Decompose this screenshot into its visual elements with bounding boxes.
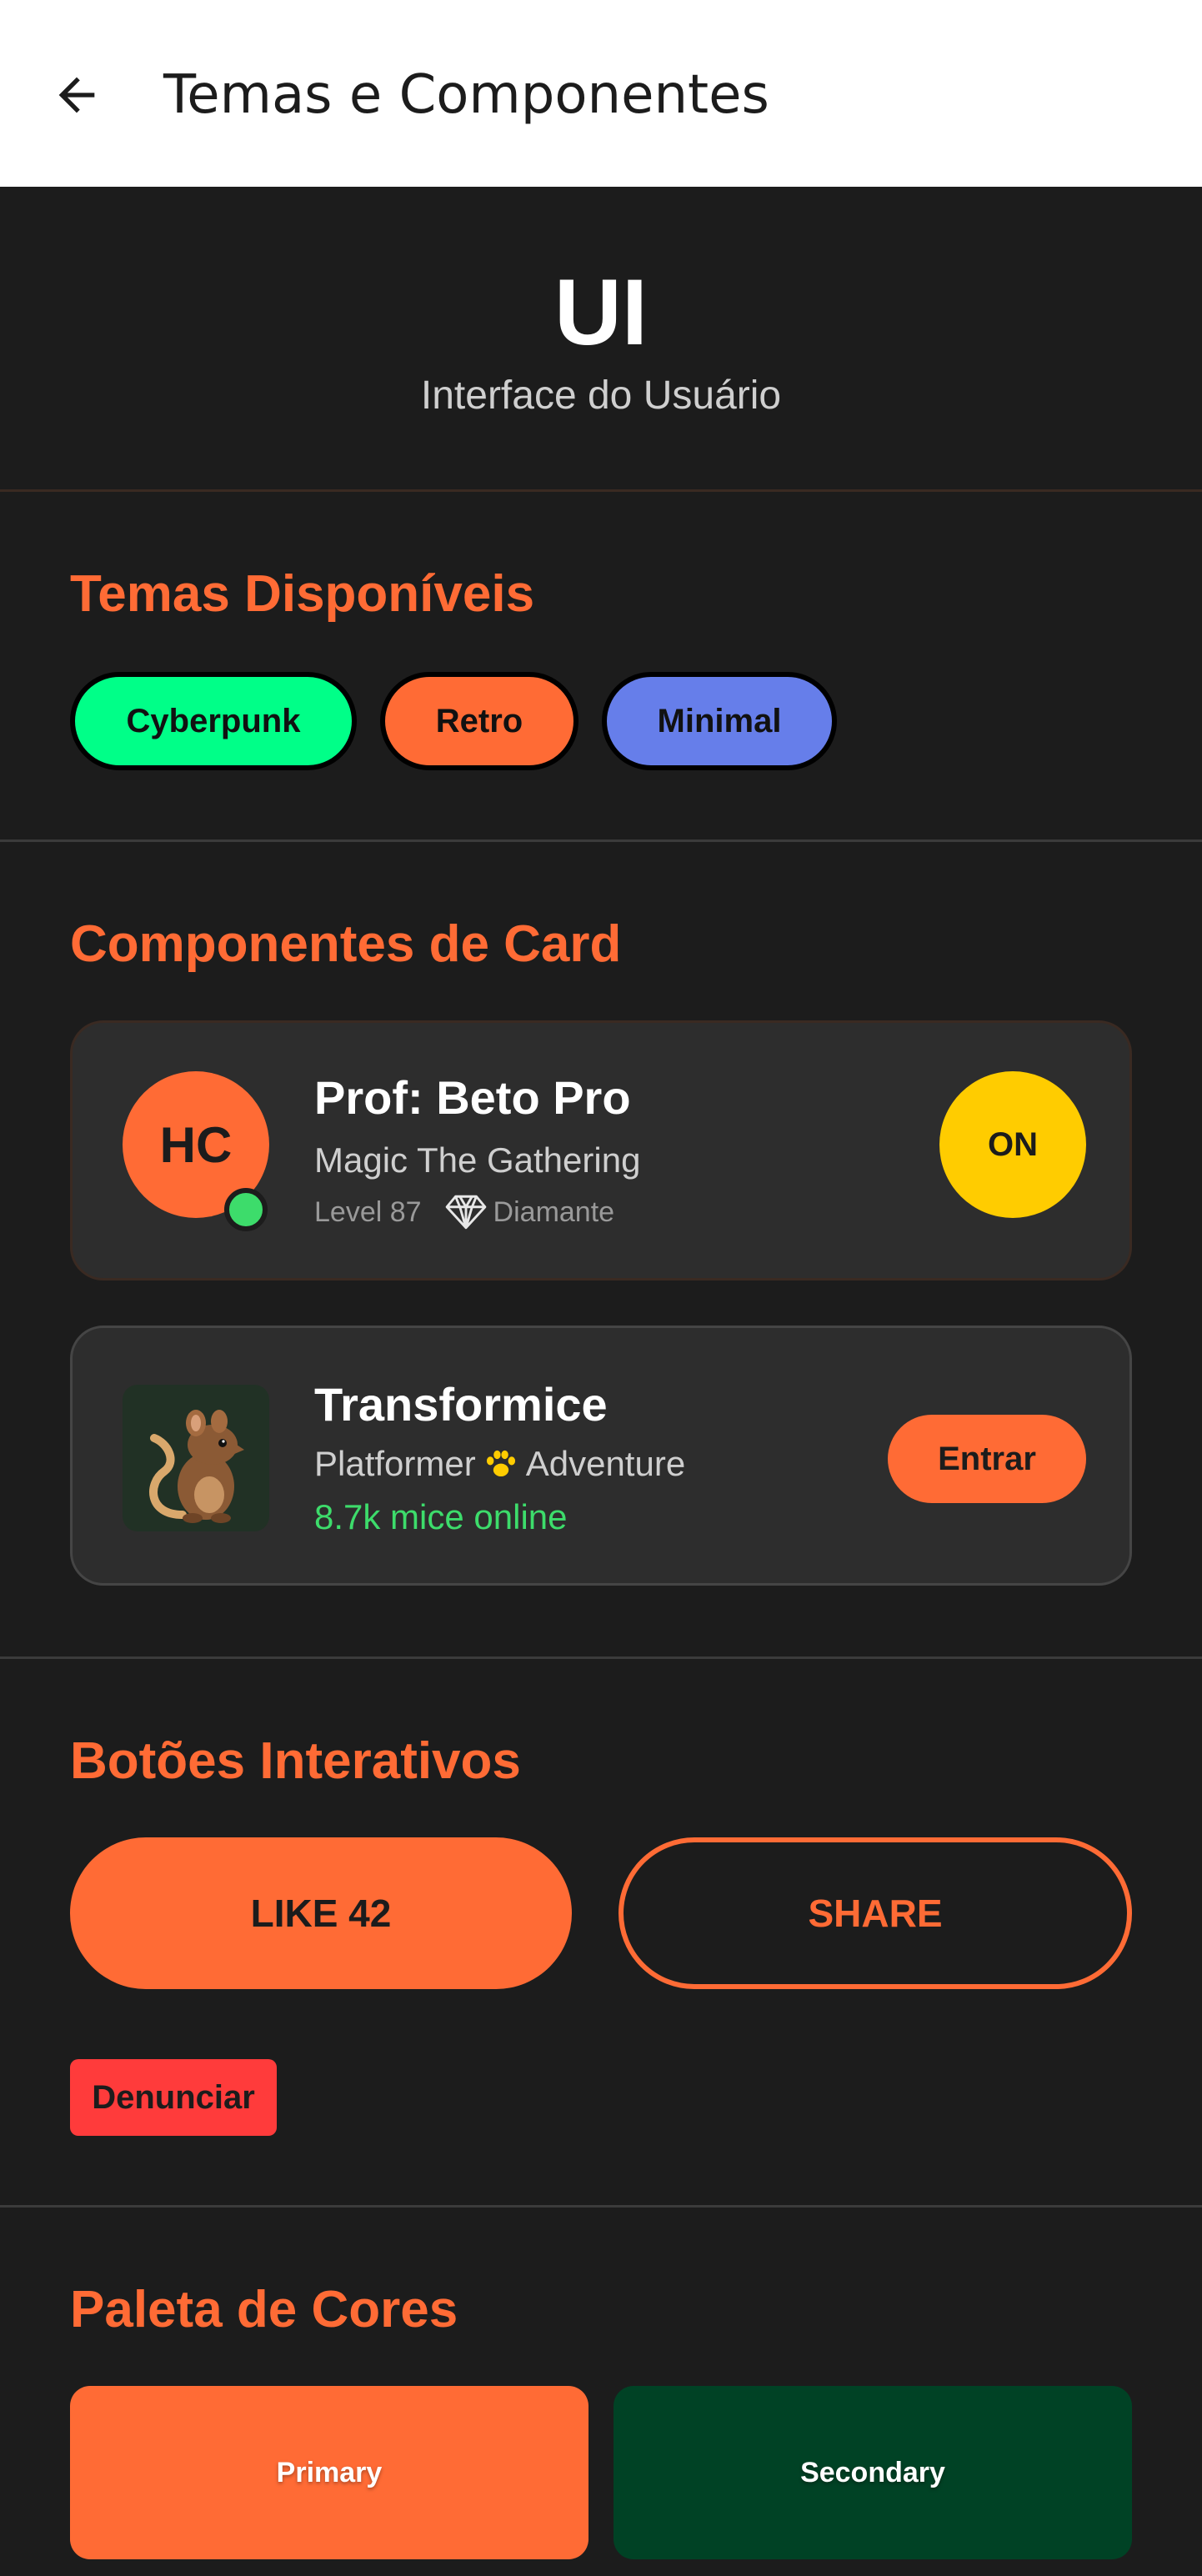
theme-chip-minimal[interactable]: Minimal <box>602 672 837 770</box>
divider <box>0 1656 1202 1659</box>
game-online-count: 8.7k mice online <box>314 1497 568 1536</box>
game-genres: Platformer Adventure <box>314 1443 685 1485</box>
back-button[interactable] <box>40 58 113 132</box>
profile-name: Prof: Beto Pro <box>314 1071 631 1124</box>
profile-game: Magic The Gathering <box>314 1140 641 1180</box>
profile-level: Level 87 <box>314 1196 422 1228</box>
divider <box>0 2205 1202 2208</box>
game-title: Transformice <box>314 1378 608 1431</box>
mouse-icon <box>149 1410 244 1523</box>
paw-icon <box>486 1450 515 1477</box>
divider <box>0 489 1202 492</box>
game-card[interactable]: Transformice Platformer Adventure 8.7k m… <box>70 1326 1132 1586</box>
game-image <box>123 1385 269 1531</box>
game-genre-platformer: Platformer <box>314 1444 476 1483</box>
arrow-left-icon <box>58 77 95 113</box>
color-swatch-primary[interactable]: Primary <box>70 2386 588 2559</box>
section-title-themes: Temas Disponíveis <box>70 565 535 623</box>
like-button[interactable]: LIKE 42 <box>70 1837 572 1989</box>
page-title: Temas e Componentes <box>163 64 769 126</box>
color-swatch-secondary[interactable]: Secondary <box>614 2386 1132 2559</box>
theme-chip-cyberpunk[interactable]: Cyberpunk <box>70 672 357 770</box>
divider <box>0 839 1202 842</box>
section-title-buttons: Botões Interativos <box>70 1732 521 1790</box>
profile-rank: Diamante <box>493 1196 615 1228</box>
app-bar: Temas e Componentes <box>0 0 1202 187</box>
report-button[interactable]: Denunciar <box>70 2059 277 2136</box>
online-status-indicator <box>224 1188 268 1231</box>
game-genre-adventure: Adventure <box>525 1444 686 1483</box>
diamond-icon <box>445 1195 486 1230</box>
profile-meta: Level 87 Diamante <box>314 1195 614 1230</box>
hero-header: UI Interface do Usuário <box>0 187 1202 490</box>
section-title-cards: Componentes de Card <box>70 915 622 973</box>
share-button[interactable]: SHARE <box>619 1837 1132 1989</box>
status-toggle-button[interactable]: ON <box>939 1071 1086 1218</box>
hero-subtitle: Interface do Usuário <box>420 373 782 418</box>
hero-title: UI <box>554 260 648 364</box>
enter-game-button[interactable]: Entrar <box>888 1415 1086 1503</box>
theme-chip-retro[interactable]: Retro <box>380 672 578 770</box>
section-title-palette: Paleta de Cores <box>70 2281 458 2338</box>
profile-card[interactable]: HC Prof: Beto Pro Magic The Gathering Le… <box>70 1020 1132 1280</box>
